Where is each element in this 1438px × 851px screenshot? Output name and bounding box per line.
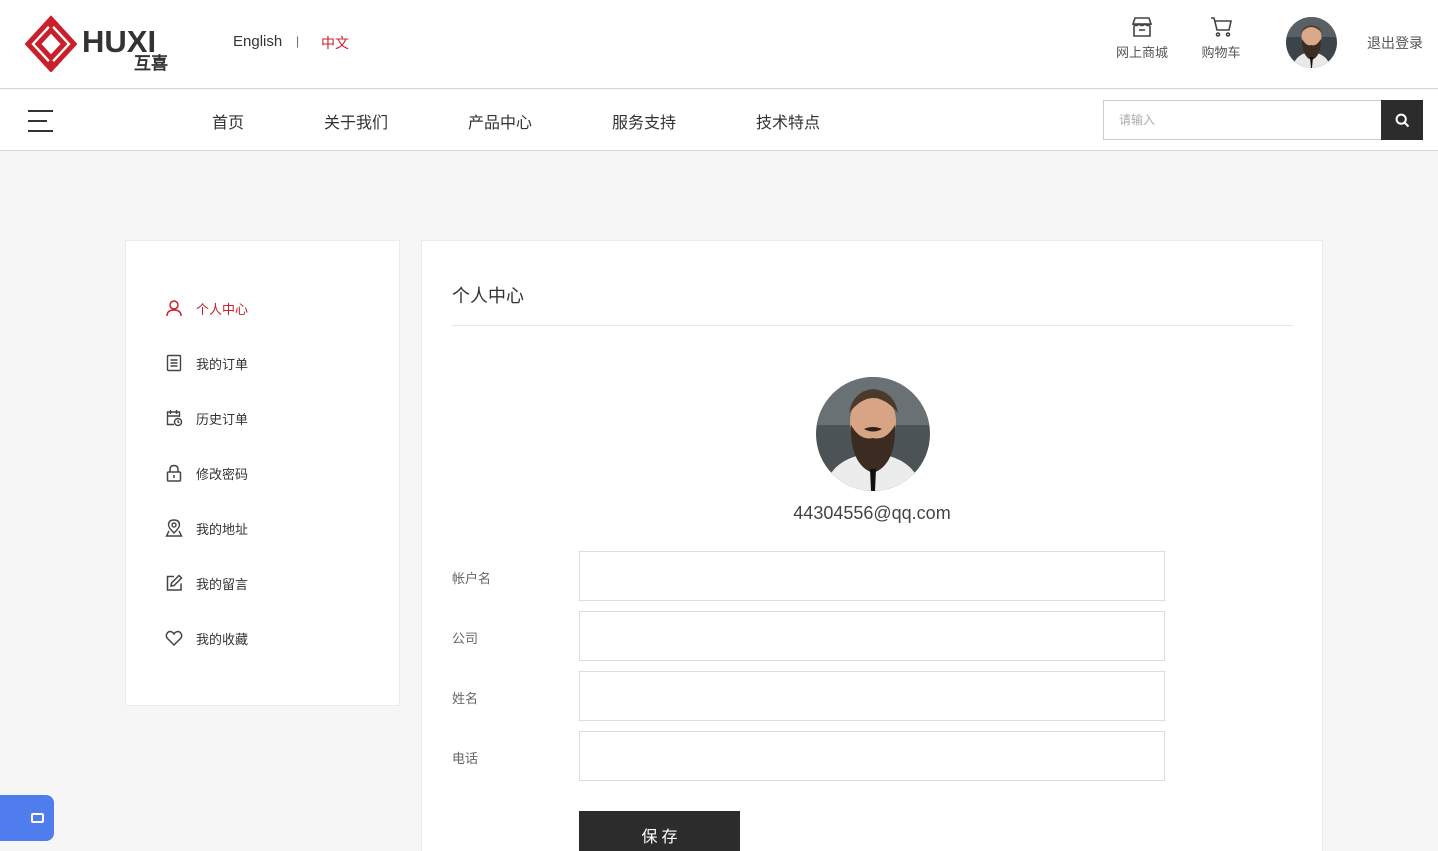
sidebar-item-profile[interactable]: 个人中心: [164, 297, 248, 319]
search-button[interactable]: [1381, 100, 1423, 140]
sidebar-item-history-orders[interactable]: 历史订单: [164, 407, 248, 429]
search-input[interactable]: [1103, 100, 1382, 140]
save-button[interactable]: 保存: [579, 811, 740, 851]
floating-chat-widget[interactable]: [0, 795, 54, 841]
lock-icon: [164, 463, 184, 483]
menu-toggle-icon[interactable]: [28, 110, 53, 132]
location-pin-icon: [164, 518, 184, 538]
online-shop-link[interactable]: 网上商城: [1112, 16, 1172, 61]
top-header: HUXI 互喜 English | 中文 网上商城 购物车 退出登录: [0, 0, 1438, 89]
main-navigation: 首页 关于我们 产品中心 服务支持 技术特点: [0, 90, 1438, 151]
profile-email: 44304556@qq.com: [793, 503, 951, 523]
account-name-field[interactable]: [579, 551, 1165, 601]
edit-icon: [164, 573, 184, 593]
logout-link[interactable]: 退出登录: [1367, 33, 1423, 53]
sidebar-item-label: 我的订单: [196, 356, 249, 372]
profile-avatar[interactable]: [816, 377, 930, 491]
page-title: 个人中心: [452, 286, 524, 306]
sidebar-item-change-password[interactable]: 修改密码: [164, 462, 248, 484]
sidebar-item-label: 个人中心: [196, 301, 249, 317]
cart-label: 购物车: [1201, 45, 1241, 60]
sidebar-item-label: 历史订单: [196, 411, 249, 427]
language-separator: |: [296, 34, 300, 48]
nav-item-support[interactable]: 服务支持: [612, 109, 676, 133]
profile-panel: 个人中心 44304556@qq.com 帐户名 公司 姓名 电话 保存: [421, 240, 1323, 851]
heart-icon: [164, 628, 184, 648]
nav-item-about[interactable]: 关于我们: [324, 109, 388, 133]
sidebar-item-label: 我的收藏: [196, 631, 249, 647]
sidebar-item-messages[interactable]: 我的留言: [164, 572, 248, 594]
nav-item-features[interactable]: 技术特点: [756, 109, 820, 133]
shopping-cart-icon: [1211, 17, 1232, 37]
nav-item-home[interactable]: 首页: [212, 109, 244, 133]
nav-item-products[interactable]: 产品中心: [468, 109, 532, 133]
company-field[interactable]: [579, 611, 1165, 661]
order-list-icon: [164, 353, 184, 373]
user-avatar[interactable]: [1286, 17, 1337, 68]
sidebar-item-favorites[interactable]: 我的收藏: [164, 627, 248, 649]
company-label: 公司: [452, 631, 479, 646]
title-divider: [452, 325, 1293, 326]
sidebar-item-label: 修改密码: [196, 466, 249, 482]
huxi-logo[interactable]: HUXI 互喜: [24, 14, 176, 74]
brand-cn-text: 互喜: [134, 54, 168, 72]
sidebar-item-label: 我的留言: [196, 576, 249, 592]
name-label: 姓名: [452, 691, 479, 706]
name-field[interactable]: [579, 671, 1165, 721]
phone-field[interactable]: [579, 731, 1165, 781]
account-sidebar: 个人中心 我的订单 历史订单 修改密码 我的地址 我的留言 我的收藏: [125, 240, 400, 706]
language-english-link[interactable]: English: [233, 33, 282, 50]
language-chinese-link[interactable]: 中文: [321, 33, 349, 53]
store-icon: [1131, 17, 1153, 37]
sidebar-item-label: 我的地址: [196, 521, 249, 537]
account-name-label: 帐户名: [452, 571, 492, 586]
window-icon: [30, 813, 44, 823]
user-icon: [164, 298, 184, 318]
phone-label: 电话: [452, 751, 479, 766]
calendar-clock-icon: [164, 408, 184, 428]
cart-link[interactable]: 购物车: [1197, 16, 1245, 61]
online-shop-label: 网上商城: [1115, 45, 1168, 60]
sidebar-item-address[interactable]: 我的地址: [164, 517, 248, 539]
sidebar-item-orders[interactable]: 我的订单: [164, 352, 248, 374]
search-icon: [1395, 113, 1409, 127]
